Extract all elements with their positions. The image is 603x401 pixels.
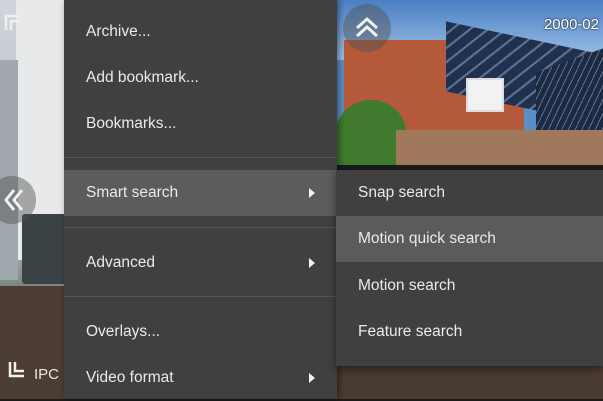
camera-scene xyxy=(22,214,66,284)
submenu-item-label: Feature search xyxy=(358,323,463,340)
frame-corner-bottom-left-icon xyxy=(8,362,24,378)
menu-item-label: Advanced xyxy=(86,254,155,271)
camera-tile-bottom-right[interactable] xyxy=(336,366,603,399)
menu-item-label: Overlays... xyxy=(86,323,161,340)
submenu-item-motion-search[interactable]: Motion search xyxy=(336,263,603,309)
menu-item-add-bookmark[interactable]: Add bookmark... xyxy=(64,55,337,101)
context-menu: Archive... Add bookmark... Bookmarks... … xyxy=(64,0,337,399)
menu-item-label: Video format xyxy=(86,369,174,386)
scroll-left-button[interactable] xyxy=(0,176,36,224)
menu-item-advanced[interactable]: Advanced xyxy=(64,240,337,286)
menu-item-video-format[interactable]: Video format xyxy=(64,355,337,401)
smart-search-submenu: Snap search Motion quick search Motion s… xyxy=(336,170,603,366)
menu-item-archive[interactable]: Archive... xyxy=(64,9,337,55)
camera-timestamp: 2000-02 xyxy=(543,16,599,33)
submenu-arrow-icon xyxy=(309,188,315,198)
scroll-up-button[interactable] xyxy=(343,4,391,52)
submenu-arrow-icon xyxy=(309,373,315,383)
camera-scene xyxy=(0,60,18,280)
menu-item-bookmarks[interactable]: Bookmarks... xyxy=(64,101,337,147)
submenu-item-motion-quick-search[interactable]: Motion quick search xyxy=(336,216,603,262)
menu-item-label: Bookmarks... xyxy=(86,115,177,132)
frame-corner-top-left-icon xyxy=(4,14,20,30)
submenu-item-label: Snap search xyxy=(358,184,446,201)
menu-item-label: Add bookmark... xyxy=(86,69,199,86)
menu-separator xyxy=(64,296,337,297)
chevron-up-icon xyxy=(355,16,379,38)
menu-item-label: Archive... xyxy=(86,23,151,40)
menu-separator xyxy=(64,227,337,228)
submenu-item-label: Motion search xyxy=(358,277,456,294)
menu-separator xyxy=(64,157,337,158)
menu-item-overlays[interactable]: Overlays... xyxy=(64,309,337,355)
menu-item-smart-search[interactable]: Smart search xyxy=(64,170,337,216)
menu-item-label: Smart search xyxy=(86,184,179,201)
submenu-item-snap-search[interactable]: Snap search xyxy=(336,170,603,216)
camera-scene xyxy=(396,130,603,165)
submenu-item-label: Motion quick search xyxy=(358,230,496,247)
camera-scene xyxy=(466,78,504,112)
camera-name-label: IPC xyxy=(34,366,60,383)
submenu-arrow-icon xyxy=(309,258,315,268)
submenu-item-feature-search[interactable]: Feature search xyxy=(336,309,603,355)
chevron-left-icon xyxy=(4,189,24,211)
